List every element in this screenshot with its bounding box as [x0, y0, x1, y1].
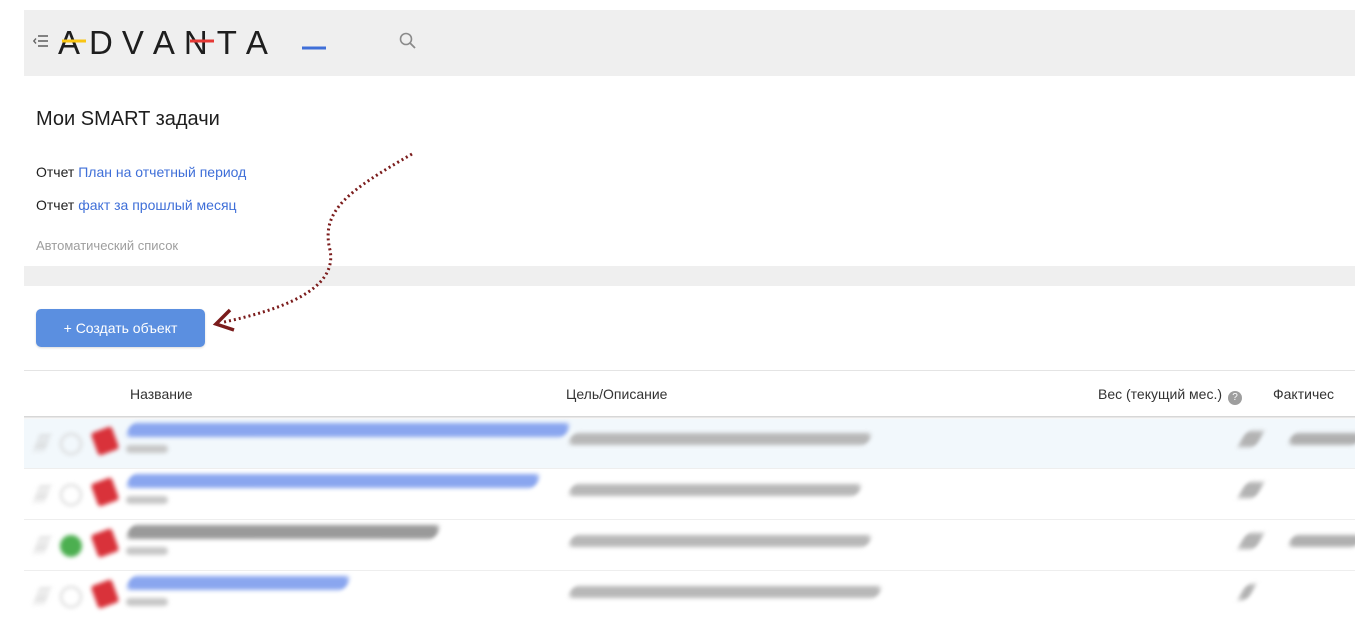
- column-header-weight[interactable]: Вес (текущий мес.)?: [1098, 386, 1243, 405]
- report-prefix: Отчет: [36, 197, 75, 213]
- advanta-logo[interactable]: A D V A N T A: [58, 20, 277, 64]
- task-weight: [1237, 584, 1257, 600]
- task-goal: [567, 433, 873, 445]
- drag-handle-icon[interactable]: [33, 537, 51, 553]
- logo-letter: A: [58, 23, 81, 61]
- task-name-link[interactable]: [125, 576, 351, 590]
- status-done-icon[interactable]: [60, 535, 82, 557]
- left-gutter: [0, 10, 24, 626]
- column-header-weight-label: Вес (текущий мес.): [1098, 386, 1223, 402]
- task-fact: [1287, 433, 1355, 445]
- table-top-border: [24, 370, 1355, 371]
- task-weight: [1237, 482, 1265, 498]
- report-prefix: Отчет: [36, 164, 75, 180]
- priority-flag-icon: [90, 527, 120, 559]
- page-title: Мои SMART задачи: [36, 108, 220, 130]
- row-divider: [24, 519, 1355, 520]
- task-name-link[interactable]: [125, 525, 441, 539]
- drag-handle-icon[interactable]: [33, 486, 51, 502]
- column-header-name[interactable]: Название: [130, 386, 193, 402]
- table-row[interactable]: [24, 572, 1355, 622]
- create-object-button[interactable]: + Создать объект: [36, 309, 205, 347]
- task-weight: [1237, 533, 1265, 549]
- table-row[interactable]: [24, 419, 1355, 469]
- column-header-goal[interactable]: Цель/Описание: [566, 386, 667, 402]
- priority-flag-icon: [90, 476, 120, 508]
- task-name-link[interactable]: [125, 474, 541, 488]
- status-circle-icon[interactable]: [60, 433, 82, 455]
- task-owner: [126, 598, 168, 606]
- logo-letter: N: [183, 23, 208, 61]
- task-owner: [126, 445, 168, 453]
- task-owner: [126, 496, 168, 504]
- row-divider: [24, 570, 1355, 571]
- annotation-arrow: [212, 152, 413, 332]
- help-icon[interactable]: ?: [1228, 391, 1243, 405]
- task-goal: [567, 535, 873, 547]
- collapse-menu-icon[interactable]: [33, 34, 49, 48]
- logo-letter: A: [152, 23, 175, 61]
- status-circle-icon[interactable]: [60, 484, 82, 506]
- logo-letter: V: [121, 23, 144, 61]
- task-weight: [1237, 431, 1265, 447]
- drag-handle-icon[interactable]: [33, 435, 51, 451]
- status-circle-icon[interactable]: [60, 586, 82, 608]
- column-header-fact[interactable]: Фактичес: [1273, 386, 1334, 402]
- task-name-link[interactable]: [125, 423, 571, 437]
- table-row[interactable]: [24, 521, 1355, 571]
- task-goal: [567, 484, 863, 496]
- auto-list-label: Автоматический список: [36, 238, 179, 253]
- priority-flag-icon: [90, 578, 120, 610]
- table-row[interactable]: [24, 470, 1355, 520]
- task-goal: [567, 586, 883, 598]
- priority-flag-icon: [90, 425, 120, 457]
- logo-letter: A: [245, 23, 268, 61]
- search-icon[interactable]: [398, 31, 418, 51]
- row-divider: [24, 468, 1355, 469]
- task-owner: [126, 547, 168, 555]
- task-fact: [1287, 535, 1355, 547]
- drag-handle-icon[interactable]: [33, 588, 51, 604]
- logo-letter: T: [216, 23, 237, 61]
- logo-letter: D: [89, 23, 113, 61]
